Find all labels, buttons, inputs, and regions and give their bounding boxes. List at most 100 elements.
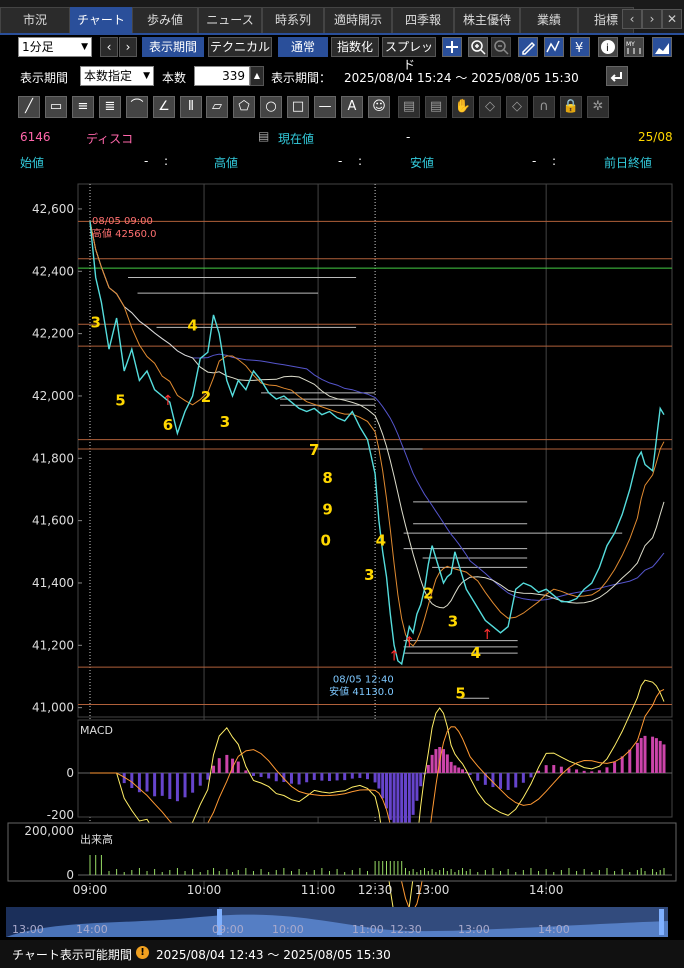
line-tool-icon[interactable]: ╱ (18, 96, 40, 118)
eraser-tool-icon[interactable]: ◇ (479, 96, 501, 118)
tab-chart[interactable]: チャート (70, 7, 132, 33)
hlines2-tool-icon[interactable]: ≣ (99, 96, 121, 118)
high-label: 高値 (214, 156, 239, 170)
chevron-down-icon: ▼ (143, 71, 150, 81)
icon-tool-icon[interactable]: ☺ (368, 96, 390, 118)
tab-disclosure[interactable]: 適時開示 (324, 7, 392, 33)
count-label: 本数 (162, 71, 187, 85)
rect-tool-icon[interactable]: □ (287, 96, 309, 118)
yen-icon[interactable]: ¥ (570, 37, 590, 57)
eraser2-tool-icon[interactable]: ◇ (506, 96, 528, 118)
count-stepper[interactable]: ▲ (250, 66, 264, 86)
period-range-label: 表示期間： (271, 71, 332, 85)
warning-icon: ! (136, 946, 149, 959)
high-time: : (358, 154, 363, 168)
overview-tick-label: 14:00 (76, 923, 108, 936)
available-period-label: チャート表示可能期間 (12, 948, 132, 962)
wave-count-label: 0 (320, 532, 330, 550)
price-tick-label: 41,400 (32, 576, 74, 590)
time-tick-label: 13:00 (415, 883, 450, 897)
paste-tool-icon[interactable]: ▤ (425, 96, 447, 118)
wave-count-label: 3 (220, 413, 230, 431)
pencil-icon[interactable] (518, 37, 538, 57)
step-forward-button[interactable]: › (119, 37, 137, 57)
hlines-tool-icon[interactable]: ≡ (72, 96, 94, 118)
gear-tool-icon[interactable]: ✲ (587, 96, 609, 118)
hline-tool-icon[interactable]: — (314, 96, 336, 118)
overview-tick-label: 12:30 (390, 923, 422, 936)
current-price-value: - (406, 130, 411, 144)
tab-ticks[interactable]: 歩み値 (132, 7, 198, 33)
area-chart-icon[interactable] (652, 37, 672, 57)
wave-count-label: 5 (455, 684, 465, 702)
volume-tick-label: 0 (66, 868, 74, 882)
price-tick-label: 41,800 (32, 451, 74, 465)
circle-tool-icon[interactable]: ○ (260, 96, 282, 118)
text-tool-icon[interactable]: A (341, 96, 363, 118)
time-tick-label: 14:00 (529, 883, 564, 897)
wave-count-label: 3 (448, 613, 458, 631)
interval-select[interactable]: 1分足 ▼ (18, 37, 92, 57)
vlines-tool-icon[interactable]: ⦀ (180, 96, 202, 118)
time-tick-label: 10:00 (187, 883, 222, 897)
tab-earnings[interactable]: 業績 (520, 7, 578, 33)
tab-news[interactable]: ニュース (198, 7, 262, 33)
reset-icon[interactable] (606, 66, 628, 86)
info-icon[interactable]: i (598, 37, 618, 57)
volume-tick-label: 200,000 (24, 824, 74, 838)
price-tick-label: 42,000 (32, 389, 74, 403)
tab-shikiho[interactable]: 四季報 (392, 7, 454, 33)
lock-tool-icon[interactable]: 🔒 (560, 96, 582, 118)
wave-count-label: 5 (115, 391, 125, 409)
buy-signal-arrow: ↑ (481, 627, 493, 643)
svg-text:MY: MY (626, 41, 635, 48)
count-input[interactable]: 339 (194, 66, 250, 86)
stock-name: ディスコ (86, 132, 134, 146)
price-tick-label: 41,200 (32, 638, 74, 652)
overview-handle-right[interactable] (659, 909, 664, 935)
arc-tool-icon[interactable]: ⌒ (126, 96, 148, 118)
current-price-label: 現在値 (278, 132, 315, 146)
tab-next-button[interactable]: › (642, 9, 662, 29)
price-chart[interactable]: 42,600 42,400 42,200 42,000 41,800 41,600 41,4… (0, 172, 684, 940)
tab-prev-button[interactable]: ‹ (622, 9, 642, 29)
channel-tool-icon[interactable]: ▱ (206, 96, 228, 118)
macd-tick-label: -200 (47, 808, 74, 822)
fan-tool-icon[interactable]: ∠ (153, 96, 175, 118)
low-value: - (532, 154, 537, 168)
copy-tool-icon[interactable]: ▤ (398, 96, 420, 118)
document-icon: ▤ (258, 129, 270, 143)
ruler-tool-icon[interactable]: ▭ (45, 96, 67, 118)
normal-button[interactable]: 通常 (278, 37, 328, 57)
zoom-in-icon[interactable] (468, 37, 488, 57)
step-back-button[interactable]: ‹ (100, 37, 118, 57)
zoom-out-icon[interactable] (491, 37, 511, 57)
tab-market[interactable]: 市況 (0, 7, 70, 33)
buy-signal-arrow: ↑ (162, 393, 174, 409)
index-button[interactable]: 指数化 (331, 37, 379, 57)
period-button[interactable]: 表示期間 (142, 37, 204, 57)
high-value: - (338, 154, 343, 168)
hand-tool-icon[interactable]: ✋ (452, 96, 474, 118)
my-settings-icon[interactable]: MY (624, 37, 644, 57)
crosshair-icon[interactable] (442, 37, 462, 57)
close-button[interactable]: ✕ (662, 9, 682, 29)
chart-type-icon[interactable] (544, 37, 564, 57)
spread-button[interactable]: スプレッド (382, 37, 436, 72)
period-mode-select[interactable]: 本数指定 ▼ (80, 66, 154, 86)
buy-signal-arrow: ↑ (403, 635, 415, 651)
tab-benefits[interactable]: 株主優待 (454, 7, 520, 33)
open-value: - (144, 154, 149, 168)
wave-count-label: 4 (471, 644, 481, 662)
technical-button[interactable]: テクニカル (208, 37, 272, 57)
macd-tick-label: 0 (66, 766, 74, 780)
tab-timeseries[interactable]: 時系列 (262, 7, 324, 33)
overview-tick-label: 11:00 (352, 923, 384, 936)
svg-text:¥: ¥ (575, 41, 583, 56)
time-tick-label: 09:00 (73, 883, 108, 897)
wave-count-label: 4 (376, 532, 386, 550)
pentagon-tool-icon[interactable]: ⬠ (233, 96, 255, 118)
price-tick-label: 41,600 (32, 514, 74, 528)
period-label: 表示期間 (20, 71, 69, 85)
magnet-tool-icon[interactable]: ∩ (533, 96, 555, 118)
